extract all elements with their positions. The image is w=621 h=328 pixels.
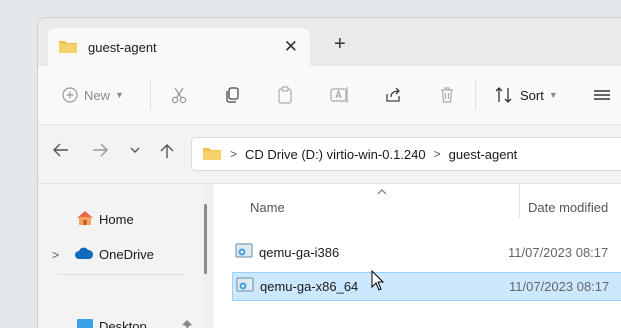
rename-icon [330,86,350,104]
list-view-icon [592,87,614,103]
forward-arrow-icon[interactable] [92,143,108,161]
sort-button[interactable]: Sort ▼ [494,82,558,108]
copy-button[interactable] [223,82,241,108]
breadcrumb-guest-agent[interactable]: guest-agent [449,147,518,162]
sidebar-item-label: OneDrive [99,247,154,262]
cut-button[interactable] [170,82,188,108]
toolbar-divider [150,80,151,110]
breadcrumb-cd-drive[interactable]: CD Drive (D:) virtio-win-0.1.240 [245,147,426,162]
scissors-icon [170,86,188,104]
chevron-right-icon[interactable]: > [52,248,74,262]
navigation-pane: Home > OneDrive Desktop [38,184,203,328]
sidebar-item-home[interactable]: Home [76,210,134,229]
sort-label: Sort [520,87,544,103]
sort-arrows-icon [494,86,514,104]
paste-button[interactable] [276,82,294,108]
sidebar-item-onedrive[interactable]: > OneDrive [52,246,154,263]
toolbar-divider [475,80,476,110]
file-name: qemu-ga-x86_64 [260,279,359,294]
up-arrow-icon[interactable] [160,143,174,163]
file-row-qemu-ga-x86_64[interactable]: qemu-ga-x86_64 11/07/2023 08:17 [232,272,621,301]
trash-icon [438,86,456,104]
breadcrumb-chevron-icon: > [230,147,238,161]
chevron-down-icon: ▼ [548,90,558,100]
back-arrow-icon[interactable] [53,143,69,161]
new-button[interactable]: New ▼ [62,82,124,108]
desktop-icon [76,318,94,328]
copy-icon [223,86,241,104]
installer-icon [235,243,253,262]
breadcrumb-chevron-icon: > [433,147,441,161]
file-explorer-window: guest-agent ✕ + New ▼ Sort ▼ > CD Drive … [37,17,621,328]
recent-locations-chevron-icon[interactable] [129,143,141,161]
file-name: qemu-ga-i386 [259,245,340,260]
sidebar-divider [58,274,184,275]
tab-guest-agent[interactable]: guest-agent ✕ [48,28,310,66]
sidebar-item-label: Home [99,212,134,227]
file-row-qemu-ga-i386[interactable]: qemu-ga-i386 11/07/2023 08:17 [232,238,621,267]
folder-icon [58,38,78,57]
column-divider[interactable] [519,184,520,218]
folder-icon [202,145,222,164]
cloud-icon [74,246,94,263]
rename-button[interactable] [330,82,350,108]
sidebar-scrollbar-thumb[interactable] [204,204,207,274]
file-date-modified: 11/07/2023 08:17 [508,245,609,260]
close-tab-icon[interactable]: ✕ [284,37,298,57]
tab-title: guest-agent [88,39,157,55]
column-header-date-modified[interactable]: Date modified [528,200,608,215]
new-label: New [84,87,111,103]
mouse-pointer-icon [371,269,385,295]
sidebar-scrollbar[interactable] [203,184,213,328]
sort-ascending-caret-icon [376,185,388,199]
delete-button[interactable] [438,82,456,108]
tab-strip: guest-agent ✕ + [38,18,621,66]
chevron-down-icon: ▼ [115,90,124,100]
share-button[interactable] [384,82,402,108]
column-header-name[interactable]: Name [250,200,285,215]
new-tab-button[interactable]: + [334,34,346,54]
file-date-modified: 11/07/2023 08:17 [509,279,610,294]
home-icon [76,210,94,229]
share-icon [384,86,402,104]
view-button[interactable]: ▼ [592,82,621,108]
plus-circle-icon [62,87,78,103]
file-list: Name Date modified qemu-ga-i386 11/07/20… [214,184,621,328]
command-bar: New ▼ Sort ▼ [38,66,621,125]
address-bar[interactable]: > CD Drive (D:) virtio-win-0.1.240 > gue… [191,137,621,171]
clipboard-icon [276,86,294,104]
pin-icon[interactable] [181,319,193,328]
sidebar-item-label: Desktop [99,319,147,328]
navigation-bar: > CD Drive (D:) virtio-win-0.1.240 > gue… [38,125,621,184]
sidebar-item-desktop[interactable]: Desktop [76,318,193,328]
installer-icon [236,277,254,296]
